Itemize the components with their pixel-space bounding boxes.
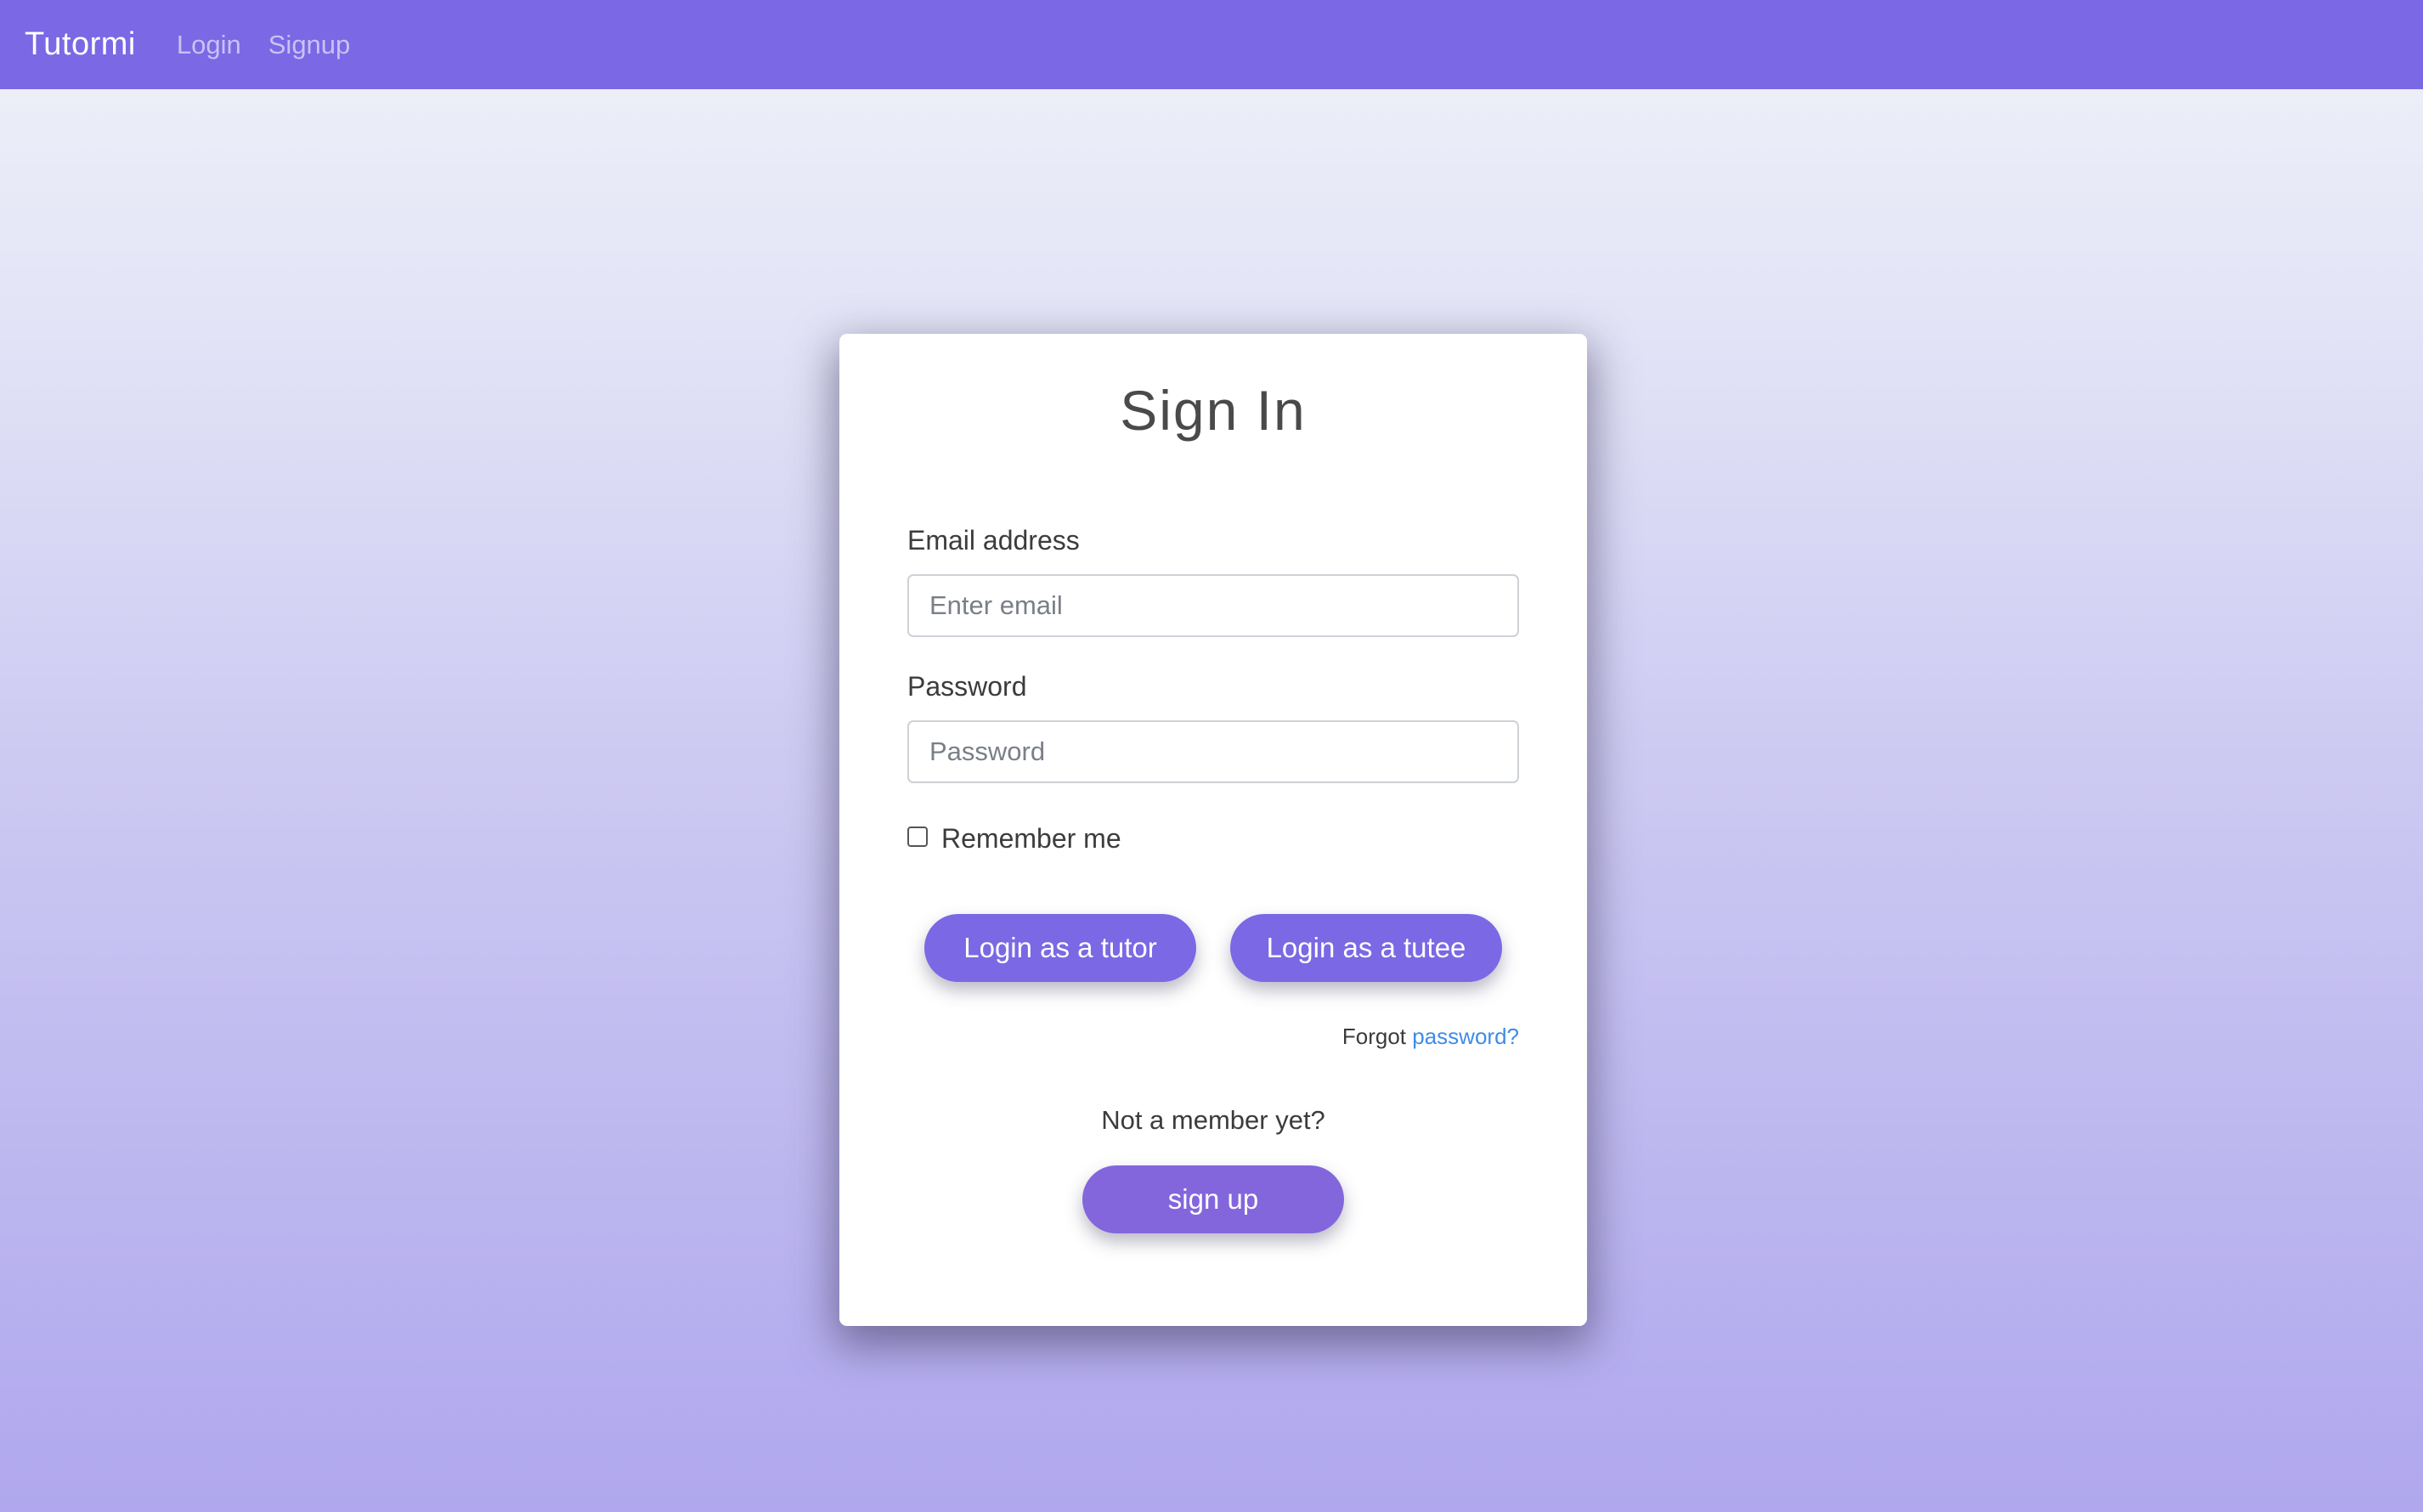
login-as-tutee-button[interactable]: Login as a tutee xyxy=(1230,914,1502,982)
page-title: Sign In xyxy=(1120,379,1307,442)
forgot-password-link[interactable]: password? xyxy=(1412,1024,1519,1049)
remember-me-checkbox[interactable] xyxy=(907,826,928,847)
forgot-password-row: Forgot password? xyxy=(1342,1024,1519,1050)
login-as-tutor-button[interactable]: Login as a tutor xyxy=(924,914,1196,982)
top-navbar: Tutormi Login Signup xyxy=(0,0,2423,89)
remember-me-label[interactable]: Remember me xyxy=(941,823,1121,855)
nav-link-signup[interactable]: Signup xyxy=(268,30,351,60)
password-field[interactable] xyxy=(907,720,1519,783)
sign-in-card: Sign In Email address Password Remember … xyxy=(839,334,1587,1326)
email-field[interactable] xyxy=(907,574,1519,637)
nav-link-login[interactable]: Login xyxy=(177,30,241,60)
forgot-prefix: Forgot xyxy=(1341,1024,1407,1049)
remember-me-row: Remember me xyxy=(907,818,1121,855)
password-label: Password xyxy=(907,671,1027,702)
sign-up-button[interactable]: sign up xyxy=(1082,1165,1344,1233)
email-label: Email address xyxy=(907,525,1080,556)
member-prompt: Not a member yet? xyxy=(1101,1105,1325,1135)
brand-logo[interactable]: Tutormi xyxy=(25,26,136,63)
